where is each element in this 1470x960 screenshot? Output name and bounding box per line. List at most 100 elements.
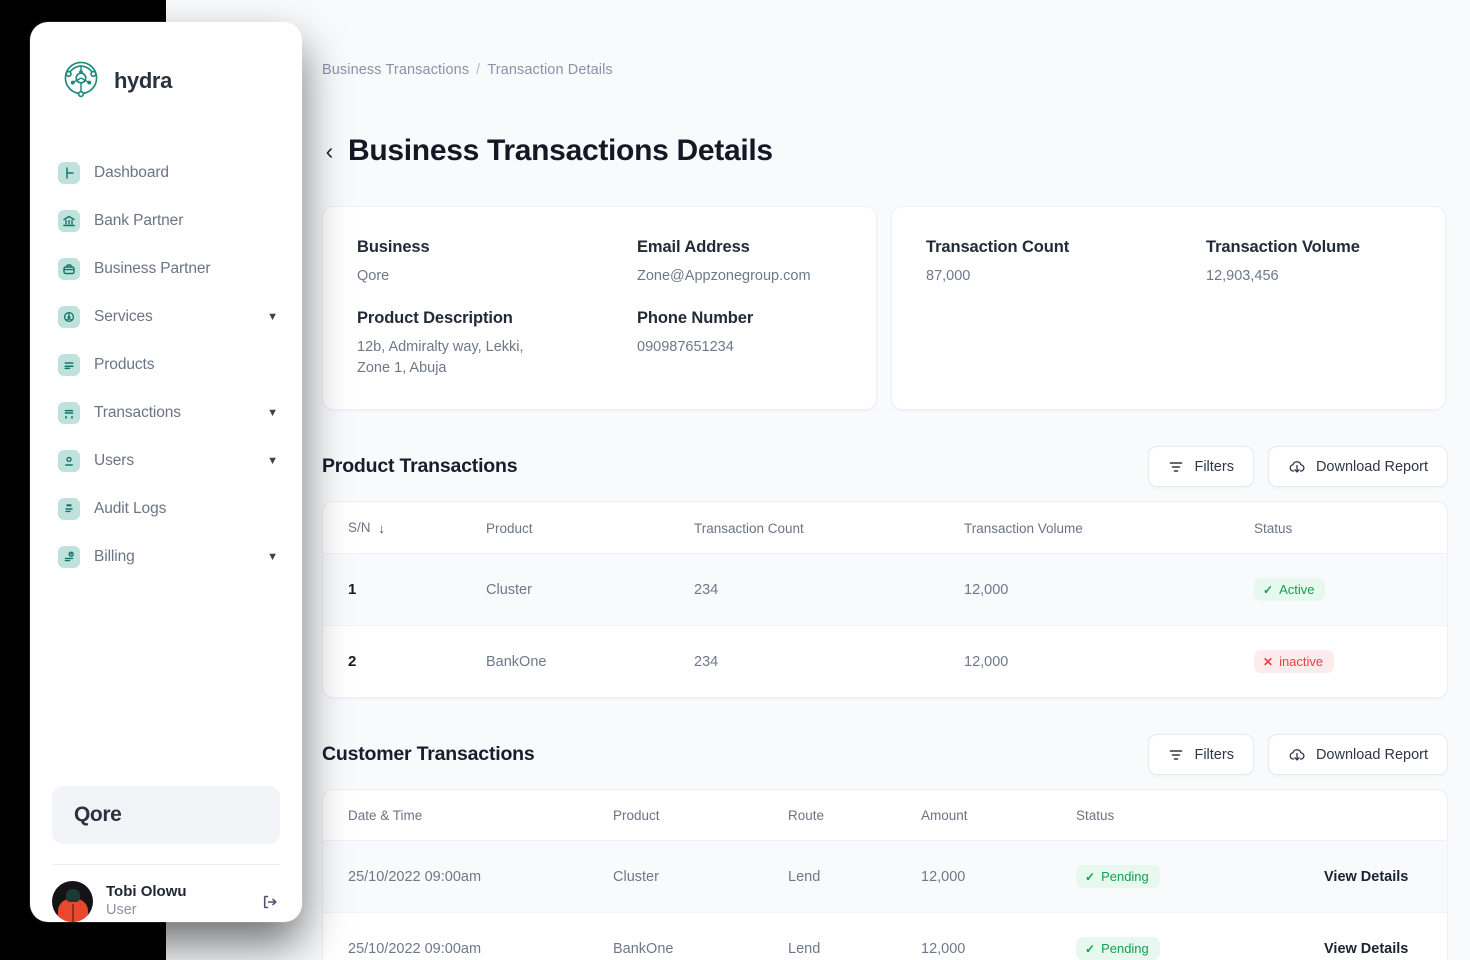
cell-datetime: 25/10/2022 09:00am (348, 940, 482, 957)
check-icon: ✓ (1263, 582, 1274, 597)
product-transactions-title: Product Transactions (322, 455, 518, 478)
customer-filters-button[interactable]: Filters (1148, 734, 1254, 776)
profile-role: User (106, 902, 137, 919)
column-header-sn[interactable]: S/N ↓ (323, 502, 486, 555)
cell-product: BankOne (486, 653, 547, 670)
sidebar-item-label: Transactions (94, 404, 181, 421)
status-badge: ✓ Active (1254, 578, 1326, 602)
profile-text: Tobi Olowu User (106, 882, 247, 921)
cell-product: BankOne (613, 940, 674, 957)
cell-status: ✓ Pending (1076, 913, 1324, 960)
cell-amount: 12,000 (921, 840, 1076, 914)
sidebar-item-audit-logs[interactable]: Audit Logs (30, 485, 302, 533)
table-row[interactable]: 25/10/2022 09:00am BankOne Lend 12,000 ✓… (323, 913, 1447, 960)
chevron-left-icon[interactable]: ‹ (322, 139, 337, 163)
cell-route: Lend (788, 940, 821, 957)
app-window: Business Transactions / Transaction Detail… (0, 0, 1470, 960)
cell-product: Cluster (613, 840, 788, 914)
customer-download-report-label: Download Report (1315, 746, 1428, 763)
chevron-down-icon[interactable]: ▼ (267, 551, 278, 563)
view-details-link[interactable]: View Details (1324, 869, 1408, 885)
phone-field: Phone Number 090987651234 (637, 309, 842, 358)
check-icon: ✓ (1085, 869, 1096, 884)
product-download-report-button[interactable]: Download Report (1267, 446, 1448, 488)
status-badge: ✕ inactive (1254, 650, 1335, 674)
business-label: Business (357, 238, 430, 256)
customer-transactions-header: Customer Transactions Filters Download R… (322, 734, 1448, 776)
cell-transaction-count: 234 (694, 653, 719, 670)
cell-actions: View Details (1324, 913, 1447, 960)
customer-download-report-button[interactable]: Download Report (1267, 734, 1448, 776)
organization-box[interactable]: Qore (52, 786, 280, 844)
cell-transaction-volume: 12,000 (964, 553, 1254, 627)
logout-icon[interactable] (260, 892, 280, 912)
status-badge-label: Active (1279, 582, 1315, 598)
cell-transaction-count: 234 (694, 553, 964, 627)
transaction-count-field: Transaction Count 87,000 (926, 238, 1206, 287)
billing-icon (58, 546, 80, 568)
sidebar-item-business-partner[interactable]: Business Partner (30, 245, 302, 293)
column-header-actions (1324, 790, 1447, 842)
column-header-datetime: Date & Time (323, 790, 613, 842)
cell-sn: 2 (348, 653, 357, 671)
services-gear-icon (58, 306, 80, 328)
sidebar-item-dashboard[interactable]: Dashboard (30, 149, 302, 197)
chevron-down-icon[interactable]: ▼ (267, 311, 278, 323)
avatar[interactable] (52, 881, 93, 922)
table-row[interactable]: 2 BankOne 234 12,000 ✕ inactive (323, 626, 1447, 698)
dashboard-icon (58, 162, 80, 184)
check-icon: ✓ (1085, 941, 1096, 956)
product-filters-button[interactable]: Filters (1148, 446, 1254, 488)
chevron-down-icon[interactable]: ▼ (267, 455, 278, 467)
audit-log-icon (58, 498, 80, 520)
transaction-count-label: Transaction Count (926, 238, 1070, 256)
sidebar-item-bank-partner[interactable]: Bank Partner (30, 197, 302, 245)
sidebar-item-transactions[interactable]: Transactions ▼ (30, 389, 302, 437)
cell-route: Lend (788, 840, 921, 914)
column-header-amount: Amount (921, 790, 1076, 842)
table-row[interactable]: 25/10/2022 09:00am Cluster Lend 12,000 ✓… (323, 840, 1447, 914)
email-value: Zone@Appzonegroup.com (637, 268, 811, 284)
info-cards: Business Qore Product Description 12b, A… (322, 206, 1448, 411)
sidebar-item-label: Dashboard (94, 164, 169, 181)
filter-icon (1168, 747, 1184, 763)
status-badge: ✓ Pending (1076, 865, 1160, 889)
briefcase-icon (58, 258, 80, 280)
cell-datetime: 25/10/2022 09:00am (323, 840, 613, 914)
brand[interactable]: hydra (30, 22, 302, 105)
filter-icon (1168, 459, 1184, 475)
table-header-row: S/N ↓ Product Transaction Count Transacti… (323, 502, 1447, 555)
view-details-link[interactable]: View Details (1324, 941, 1408, 957)
cell-status: ✓ Active (1254, 553, 1447, 627)
page-title: Business Transactions Details (348, 134, 773, 167)
cell-actions: View Details (1324, 840, 1447, 914)
column-header-product: Product (613, 790, 788, 842)
transaction-stats-card: Transaction Count 87,000 Transaction Vol… (891, 206, 1446, 411)
sidebar-item-services[interactable]: Services ▼ (30, 293, 302, 341)
sidebar-item-products[interactable]: Products (30, 341, 302, 389)
sidebar-item-billing[interactable]: Billing ▼ (30, 533, 302, 581)
column-header-transaction-count: Transaction Count (694, 502, 964, 555)
sidebar-item-users[interactable]: Users ▼ (30, 437, 302, 485)
breadcrumb-parent[interactable]: Business Transactions (322, 62, 469, 78)
user-profile: Tobi Olowu User (30, 865, 302, 922)
chevron-down-icon[interactable]: ▼ (267, 407, 278, 419)
users-icon (58, 450, 80, 472)
table-row[interactable]: 1 Cluster 234 12,000 ✓ Active (323, 553, 1447, 627)
transaction-volume-label: Transaction Volume (1206, 238, 1360, 256)
phone-label: Phone Number (637, 309, 754, 328)
table-header-row: Date & Time Product Route Amount Status (323, 790, 1447, 842)
cell-sn: 1 (323, 553, 486, 627)
sidebar-item-label: Services (94, 308, 153, 325)
status-badge-label: inactive (1279, 654, 1324, 670)
customer-transactions-title: Customer Transactions (322, 743, 535, 766)
transaction-volume-value: 12,903,456 (1206, 268, 1279, 284)
cell-status: ✓ Pending (1076, 840, 1324, 914)
column-header-route: Route (788, 790, 921, 842)
close-icon: ✕ (1263, 654, 1274, 669)
cell-amount: 12,000 (921, 940, 966, 957)
main-content: Business Transactions / Transaction Detail… (166, 0, 1470, 960)
hydra-network-logo-icon (59, 56, 103, 105)
column-header-status: Status (1254, 502, 1447, 555)
brand-name: hydra (114, 67, 172, 93)
